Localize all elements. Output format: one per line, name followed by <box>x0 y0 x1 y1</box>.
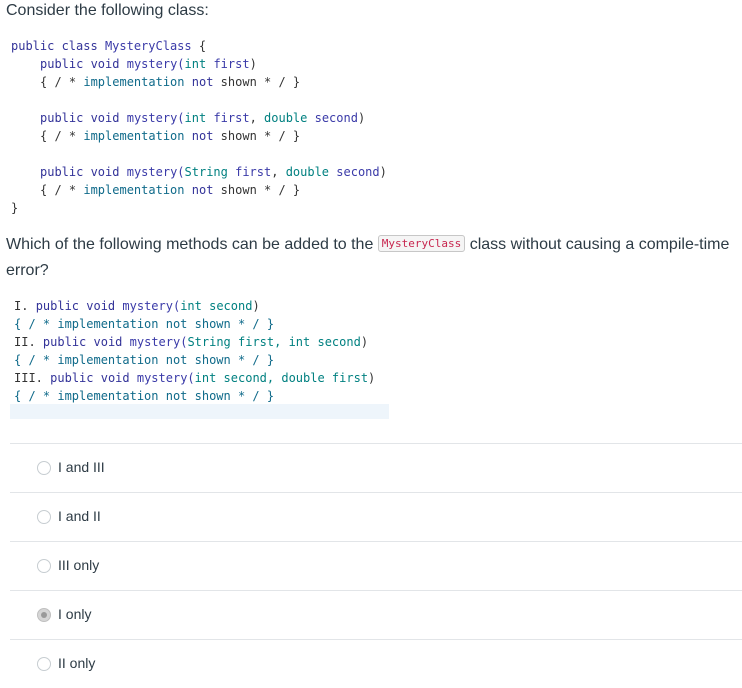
selection-highlight <box>10 404 389 419</box>
code-line-class: public class MysteryClass { <box>11 39 207 53</box>
code-line-method-1: public void mystery(int first) <box>40 57 257 71</box>
answer-option-label[interactable]: II only <box>58 655 95 671</box>
candidate-body-3: { / * implementation not shown * / } <box>14 389 275 403</box>
answer-option-label[interactable]: I and II <box>58 508 101 524</box>
inline-code-ref: MysteryClass <box>377 235 466 252</box>
candidate-line-3: III. public void mystery(int second, dou… <box>14 371 376 385</box>
radio-button[interactable] <box>37 559 51 573</box>
radio-button[interactable] <box>37 657 51 671</box>
code-line-body-2: { / * implementation not shown * / } <box>40 129 301 143</box>
code-line-method-2: public void mystery(int first, double se… <box>40 111 366 125</box>
answer-option-label[interactable]: I and III <box>58 459 105 475</box>
candidate-body-2: { / * implementation not shown * / } <box>14 353 275 367</box>
radio-button[interactable] <box>37 510 51 524</box>
answer-option-label[interactable]: III only <box>58 557 99 573</box>
radio-button[interactable] <box>37 461 51 475</box>
answer-option-2[interactable]: I and II <box>10 492 742 541</box>
answer-option-label[interactable]: I only <box>58 606 91 622</box>
answer-option-4[interactable]: I only <box>10 590 742 639</box>
code-line-closing: } <box>11 201 19 215</box>
code-line-body-1: { / * implementation not shown * / } <box>40 75 301 89</box>
code-line-body-3: { / * implementation not shown * / } <box>40 183 301 197</box>
radio-button-selected[interactable] <box>37 608 51 622</box>
candidate-line-1: I. public void mystery(int second) <box>14 299 260 313</box>
code-line-method-3: public void mystery(String first, double… <box>40 165 387 179</box>
answer-option-1[interactable]: I and III <box>10 443 742 492</box>
question-prompt: Consider the following class: <box>6 2 209 19</box>
candidate-line-2: II. public void mystery(String first, in… <box>14 335 369 349</box>
answer-option-3[interactable]: III only <box>10 541 742 590</box>
question-text: Which of the following methods can be ad… <box>6 235 730 279</box>
answer-option-5[interactable]: II only <box>10 639 742 688</box>
candidate-body-1: { / * implementation not shown * / } <box>14 317 275 331</box>
